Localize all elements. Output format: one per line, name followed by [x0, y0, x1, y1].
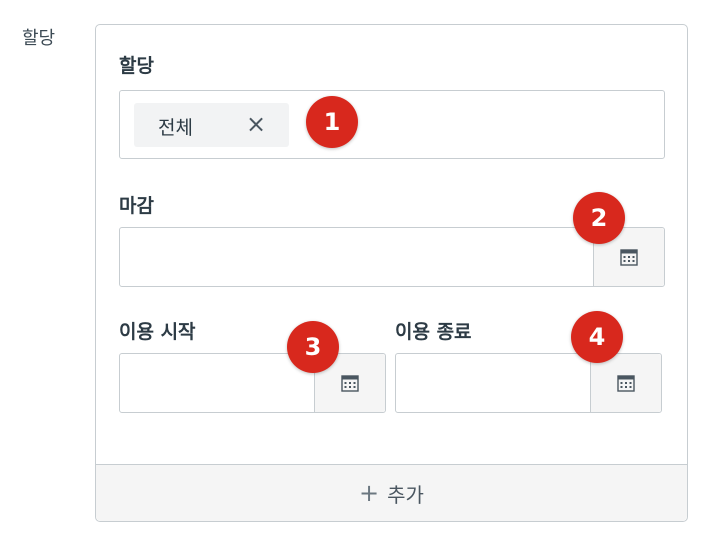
- plus-icon: +: [359, 479, 380, 507]
- calendar-icon: [617, 375, 635, 392]
- available-from-input[interactable]: [120, 354, 314, 412]
- assign-card: 할당 전체 × 마감 이용 시작 이용 종료 + 추가: [95, 24, 688, 522]
- calendar-icon: [341, 375, 359, 392]
- due-date-input[interactable]: [120, 228, 593, 286]
- calendar-icon: [620, 249, 638, 266]
- close-icon[interactable]: ×: [246, 110, 266, 138]
- side-label: 할당: [22, 28, 56, 49]
- due-label: 마감: [119, 195, 154, 217]
- callout-badge-2: 2: [573, 192, 625, 244]
- assign-to-field[interactable]: 전체 ×: [119, 90, 665, 159]
- add-assignment-button[interactable]: + 추가: [96, 464, 687, 521]
- assign-tag-label: 전체: [158, 117, 193, 139]
- until-label: 이용 종료: [395, 321, 472, 343]
- until-input[interactable]: [396, 354, 590, 412]
- until-field: [395, 353, 662, 413]
- callout-badge-3: 3: [287, 321, 339, 373]
- available-from-field: [119, 353, 386, 413]
- callout-badge-1: 1: [306, 96, 358, 148]
- callout-badge-4: 4: [571, 311, 623, 363]
- assign-tag: 전체 ×: [134, 103, 289, 147]
- add-label: 추가: [387, 482, 424, 507]
- available-from-label: 이용 시작: [119, 321, 196, 343]
- assign-to-label: 할당: [119, 55, 154, 77]
